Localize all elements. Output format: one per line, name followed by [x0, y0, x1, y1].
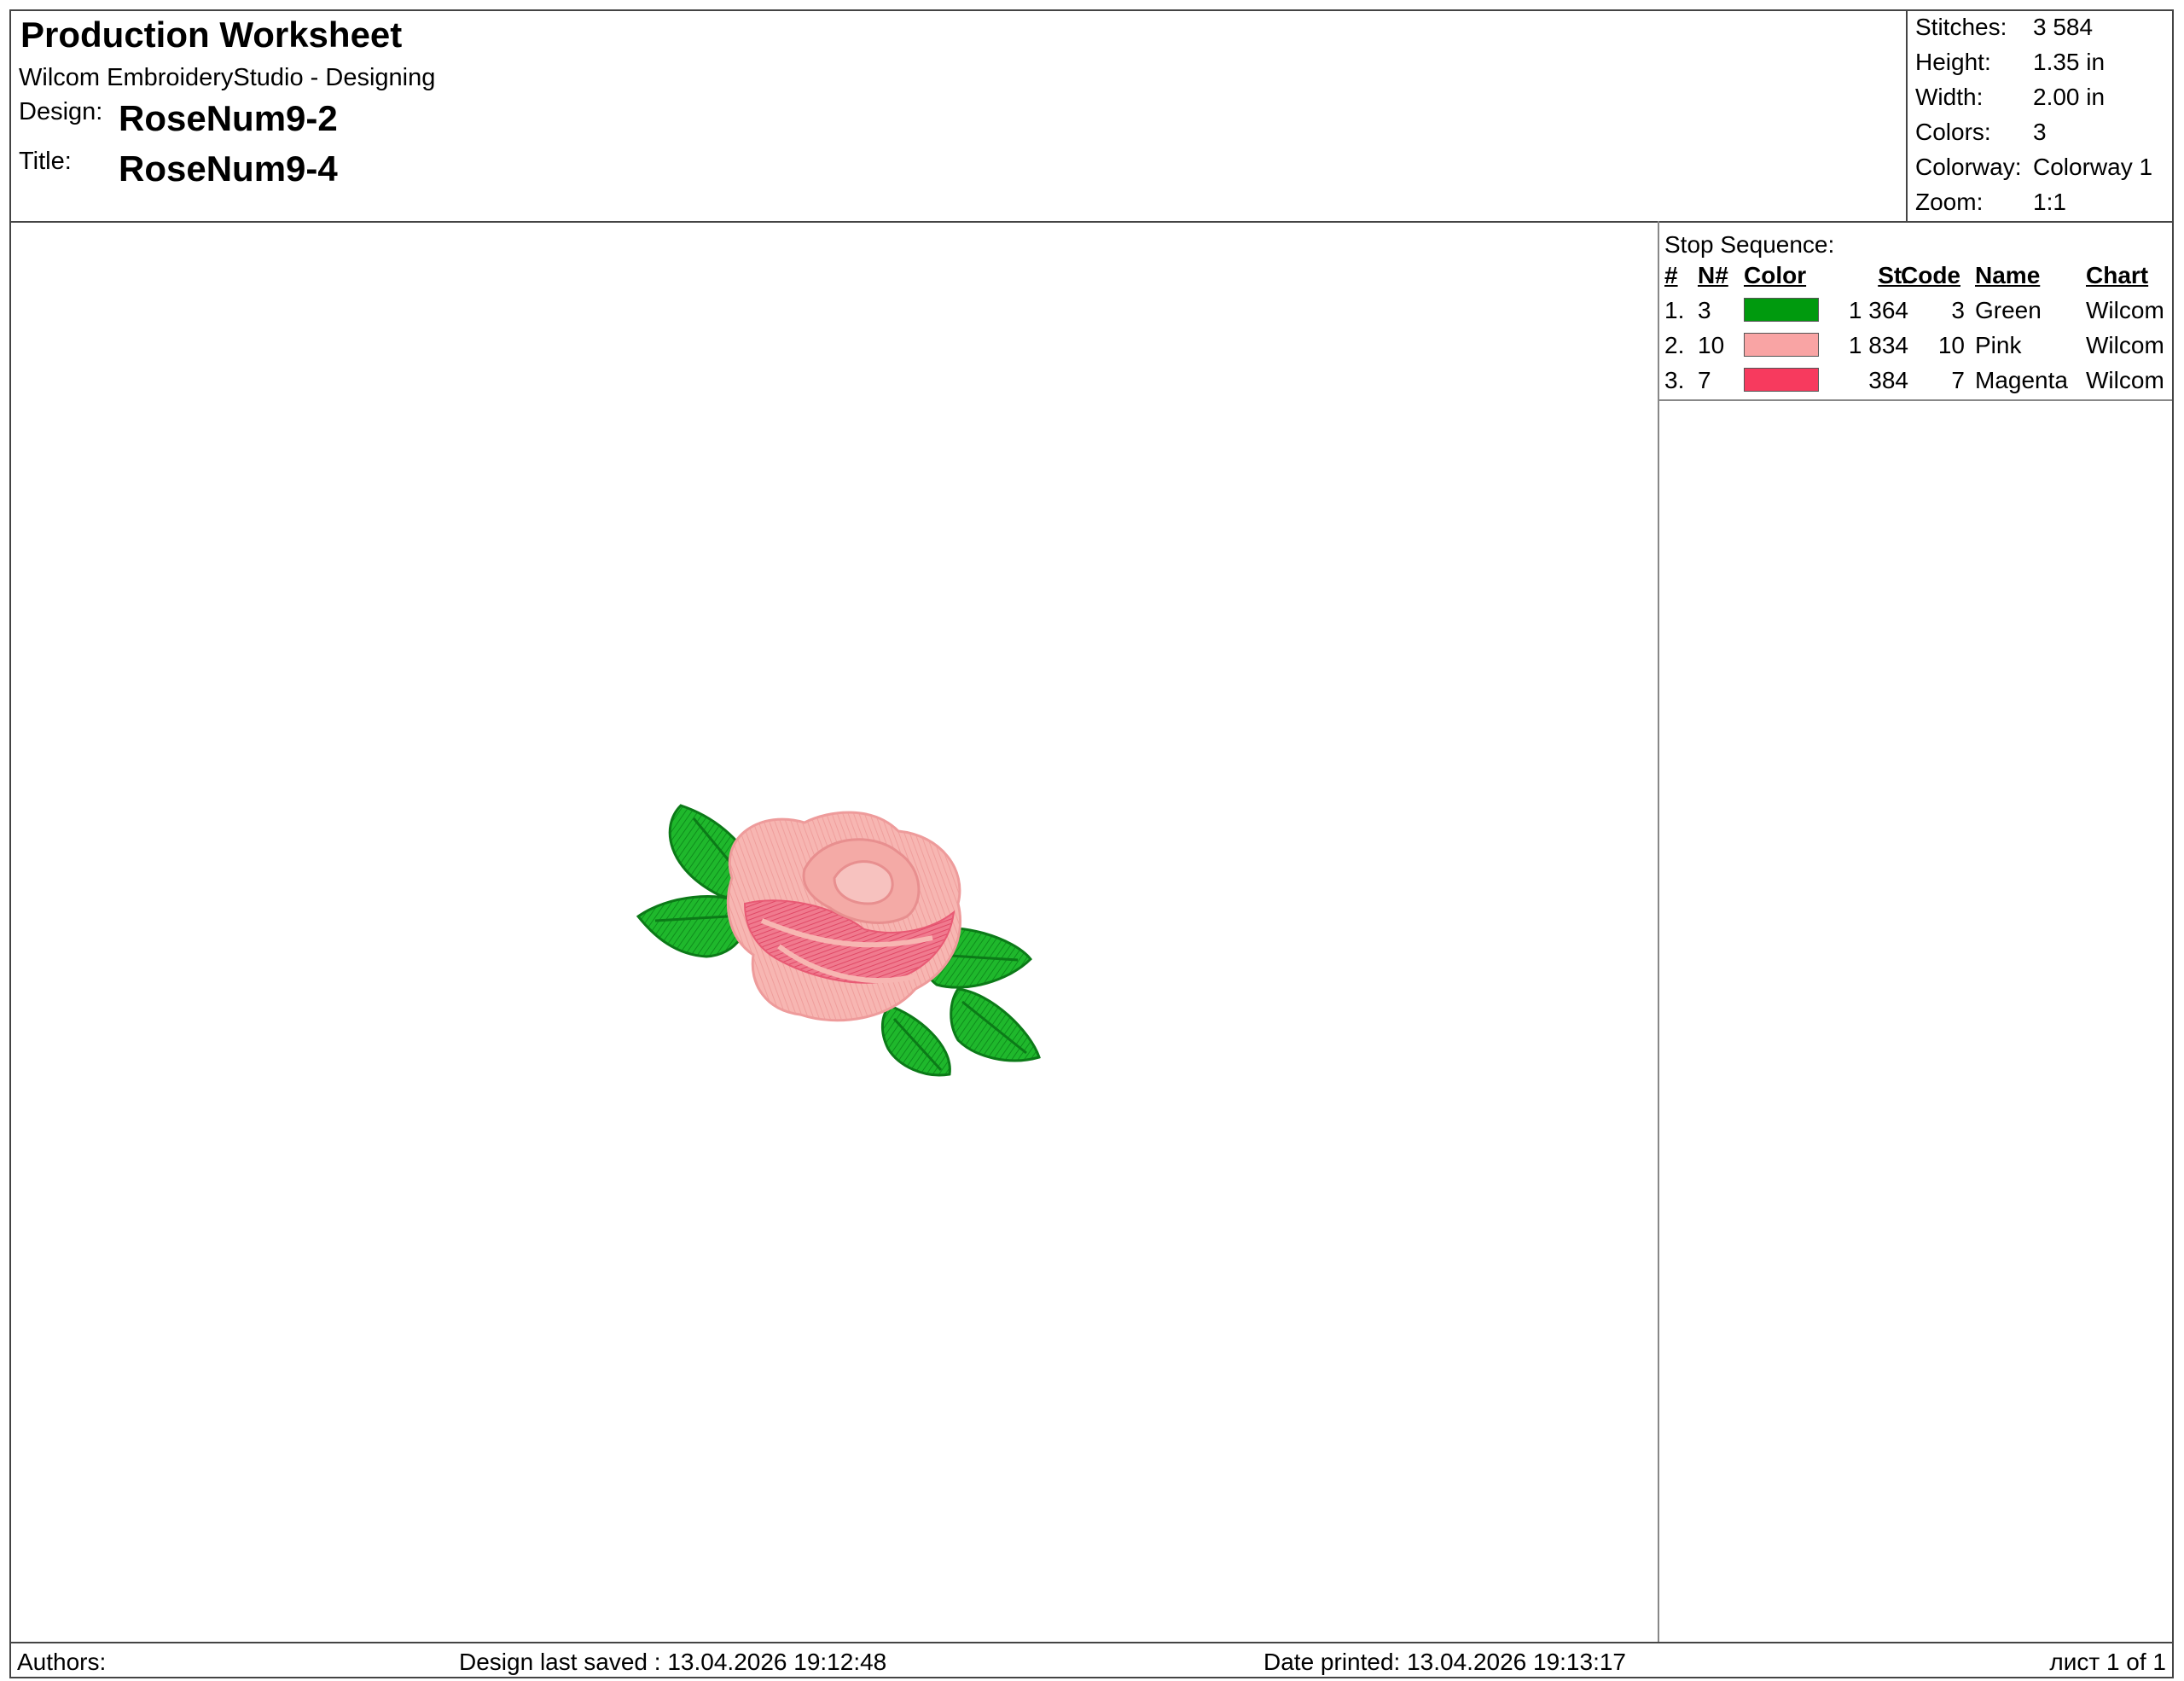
stop-sequence-panel: Stop Sequence: # N# Color St. Code Name … — [1658, 221, 2172, 1642]
design-title: RoseNum9-4 — [119, 148, 338, 189]
column-header-number: # — [1664, 262, 1678, 288]
row-name: Magenta — [1975, 367, 2068, 393]
row-number: 1. — [1664, 297, 1685, 323]
row-stitches: 1 834 — [1848, 332, 1908, 358]
stat-value: 3 — [2033, 119, 2047, 145]
page-indicator: лист 1 of 1 — [2049, 1649, 2166, 1675]
software-name: Wilcom EmbroideryStudio - Designing — [19, 64, 436, 91]
row-needle: 10 — [1698, 332, 1725, 358]
column-header-code: Code — [1901, 262, 1960, 288]
title-label: Title: — [19, 148, 72, 175]
row-stitches: 1 364 — [1848, 297, 1908, 323]
row-needle: 7 — [1698, 367, 1711, 393]
stat-value: 1:1 — [2033, 189, 2066, 215]
row-number: 3. — [1664, 367, 1685, 393]
stat-label: Zoom: — [1915, 189, 1984, 215]
worksheet-page: Production Worksheet Wilcom EmbroiderySt… — [9, 9, 2174, 1678]
stat-label: Colors: — [1915, 119, 1991, 145]
stat-value: 2.00 in — [2033, 84, 2106, 110]
color-swatch-pink — [1744, 333, 1819, 357]
stop-sequence-title: Stop Sequence: — [1664, 231, 1835, 258]
design-label: Design: — [19, 98, 103, 125]
row-chart: Wilcom — [2086, 332, 2164, 358]
stat-stitches: Stitches: 3 584 — [1908, 14, 2174, 49]
color-swatch-magenta — [1744, 368, 1819, 392]
column-header-color: Color — [1744, 262, 1807, 288]
stat-value: Colorway 1 — [2033, 154, 2153, 180]
row-stitches: 384 — [1868, 367, 1908, 393]
stop-sequence-table: # N# Color St. Code Name Chart 1. 3 1 36… — [1659, 262, 2172, 401]
row-number: 2. — [1664, 332, 1685, 358]
stat-width: Width: 2.00 in — [1908, 84, 2174, 119]
worksheet-title: Production Worksheet — [20, 15, 403, 55]
column-header-name: Name — [1975, 262, 2041, 288]
row-needle: 3 — [1698, 297, 1711, 323]
worksheet-footer: Authors: Design last saved : 13.04.2026 … — [11, 1642, 2172, 1677]
stat-label: Stitches: — [1915, 14, 2007, 40]
column-header-chart: Chart — [2086, 262, 2149, 288]
stat-colors: Colors: 3 — [1908, 119, 2174, 154]
worksheet-header: Production Worksheet Wilcom EmbroiderySt… — [11, 11, 2172, 223]
column-header-needle: N# — [1698, 262, 1728, 288]
last-saved-date: Design last saved : 13.04.2026 19:12:48 — [459, 1649, 887, 1675]
authors-label: Authors: — [17, 1649, 107, 1675]
stat-zoom: Zoom: 1:1 — [1908, 189, 2174, 224]
color-swatch-green — [1744, 298, 1819, 322]
design-stats-panel: Stitches: 3 584 Height: 1.35 in Width: 2… — [1906, 11, 2172, 221]
row-name: Pink — [1975, 332, 2022, 358]
row-name: Green — [1975, 297, 2042, 323]
column-header-stitches: St. — [1878, 262, 1908, 288]
stat-label: Width: — [1915, 84, 1984, 110]
printed-date: Date printed: 13.04.2026 19:13:17 — [1263, 1649, 1627, 1675]
stat-value: 3 584 — [2033, 14, 2094, 40]
rose-embroidery-image — [636, 804, 1041, 1077]
stat-height: Height: 1.35 in — [1908, 49, 2174, 84]
row-code: 7 — [1951, 367, 1965, 393]
design-name: RoseNum9-2 — [119, 98, 338, 138]
stat-value: 1.35 in — [2033, 49, 2106, 75]
row-chart: Wilcom — [2086, 297, 2164, 323]
design-preview-canvas — [11, 221, 1658, 1642]
stat-label: Height: — [1915, 49, 1991, 75]
rose-petals — [726, 811, 962, 1022]
stat-label: Colorway: — [1915, 154, 2022, 180]
row-code: 3 — [1951, 297, 1965, 323]
row-chart: Wilcom — [2086, 367, 2164, 393]
row-code: 10 — [1937, 332, 1965, 358]
stat-colorway: Colorway: Colorway 1 — [1908, 154, 2174, 189]
